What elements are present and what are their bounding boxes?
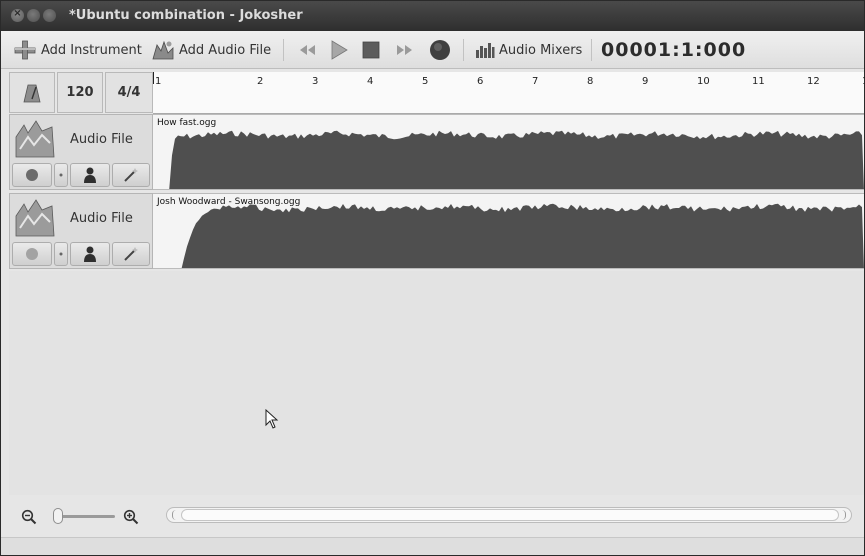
audio-mixers-button[interactable]: Audio Mixers: [475, 31, 582, 69]
window-title: *Ubuntu combination - Jokosher: [69, 8, 303, 23]
input-dropdown-button[interactable]: [54, 163, 68, 187]
wand-icon: [124, 168, 138, 182]
stop-button[interactable]: [362, 31, 380, 69]
minimize-window-button[interactable]: [27, 9, 40, 22]
track-lane[interactable]: How fast.ogg: [153, 114, 864, 190]
play-button[interactable]: [329, 31, 349, 69]
mixer-icon: [476, 43, 495, 58]
track-name[interactable]: Audio File: [70, 132, 133, 147]
record-icon: [430, 40, 450, 60]
effects-button[interactable]: [112, 163, 150, 187]
waveform-shape: [181, 203, 864, 268]
track-header[interactable]: Audio File: [9, 193, 153, 269]
app-window: × *Ubuntu combination - Jokosher Add Ins…: [0, 0, 865, 556]
add-audio-file-icon: [152, 40, 174, 60]
chevron-down-icon: [59, 173, 63, 177]
ruler-bar-number: 9: [642, 76, 649, 87]
main-toolbar: Add Instrument Add Audio File Audio Mixe…: [1, 31, 864, 69]
mouse-pointer-icon: [265, 409, 279, 429]
fast-forward-icon: [397, 45, 412, 55]
zoom-in-icon[interactable]: [123, 509, 139, 525]
metronome-button[interactable]: [9, 72, 55, 113]
empty-project-area[interactable]: [9, 271, 864, 495]
fast-forward-button[interactable]: [393, 31, 415, 69]
ruler-bar-number: 11: [752, 76, 765, 87]
add-instrument-button[interactable]: Add Instrument: [13, 31, 142, 69]
rewind-button[interactable]: [297, 31, 319, 69]
zoom-slider-handle[interactable]: [53, 508, 63, 524]
horizontal-scrollbar[interactable]: [166, 507, 852, 523]
record-button[interactable]: [429, 31, 451, 69]
ruler-bar-number: 4: [367, 76, 374, 87]
scroll-left-arrow[interactable]: [172, 510, 180, 520]
ruler-bar-number: 2: [257, 76, 264, 87]
person-icon: [84, 167, 96, 183]
add-instrument-icon: [14, 40, 36, 60]
add-audio-file-label: Add Audio File: [179, 42, 272, 58]
toolbar-separator: [591, 39, 592, 61]
person-icon: [84, 246, 96, 262]
audio-mixers-label: Audio Mixers: [499, 42, 583, 58]
metronome-icon: [23, 84, 41, 102]
ruler-bar-number: 1: [155, 76, 162, 87]
scrollbar-thumb[interactable]: [181, 509, 839, 521]
ruler-bar-number: 10: [697, 76, 710, 87]
close-icon: ×: [13, 8, 22, 19]
waveform[interactable]: [153, 194, 864, 269]
solo-button[interactable]: [70, 242, 110, 266]
ruler-bar-number: 3: [312, 76, 319, 87]
rewind-icon: [300, 45, 315, 55]
solo-button[interactable]: [70, 163, 110, 187]
input-dropdown-button[interactable]: [54, 242, 68, 266]
close-window-button[interactable]: ×: [11, 8, 24, 22]
timeline-ruler[interactable]: 12345678910111213: [153, 72, 865, 114]
status-bar: [1, 537, 864, 555]
add-instrument-label: Add Instrument: [41, 42, 142, 58]
record-arm-icon: [26, 248, 38, 260]
time-signature-field[interactable]: 4/4: [105, 72, 153, 113]
title-bar: × *Ubuntu combination - Jokosher: [1, 1, 864, 31]
toolbar-separator: [463, 39, 464, 61]
add-audio-file-button[interactable]: Add Audio File: [151, 31, 271, 69]
zoom-out-icon[interactable]: [21, 509, 37, 525]
stop-icon: [362, 41, 380, 59]
track-name[interactable]: Audio File: [70, 211, 133, 226]
ruler-bar-number: 7: [532, 76, 539, 87]
waveform[interactable]: [153, 115, 864, 190]
waveform-shape: [169, 130, 864, 189]
chevron-down-icon: [59, 252, 63, 256]
wand-icon: [124, 247, 138, 261]
track-lane[interactable]: Josh Woodward - Swansong.ogg: [153, 193, 864, 269]
ruler-bar-number: 12: [807, 76, 820, 87]
effects-button[interactable]: [112, 242, 150, 266]
ruler-bar-number: 5: [422, 76, 429, 87]
track-header[interactable]: Audio File: [9, 114, 153, 190]
maximize-window-button[interactable]: [43, 9, 56, 22]
ruler-bar-number: 6: [477, 76, 484, 87]
position-counter: 00001:1:000: [601, 39, 747, 61]
record-arm-icon: [26, 169, 38, 181]
audio-file-instrument-icon: [15, 199, 55, 237]
audio-file-instrument-icon: [15, 120, 55, 158]
play-icon: [331, 40, 348, 60]
record-arm-button[interactable]: [12, 163, 52, 187]
record-arm-button[interactable]: [12, 242, 52, 266]
ruler-bar-number: 8: [587, 76, 594, 87]
bpm-field[interactable]: 120: [57, 72, 103, 113]
ruler-bar-line: [153, 72, 154, 84]
scroll-right-arrow[interactable]: [838, 510, 846, 520]
toolbar-separator: [283, 39, 284, 61]
